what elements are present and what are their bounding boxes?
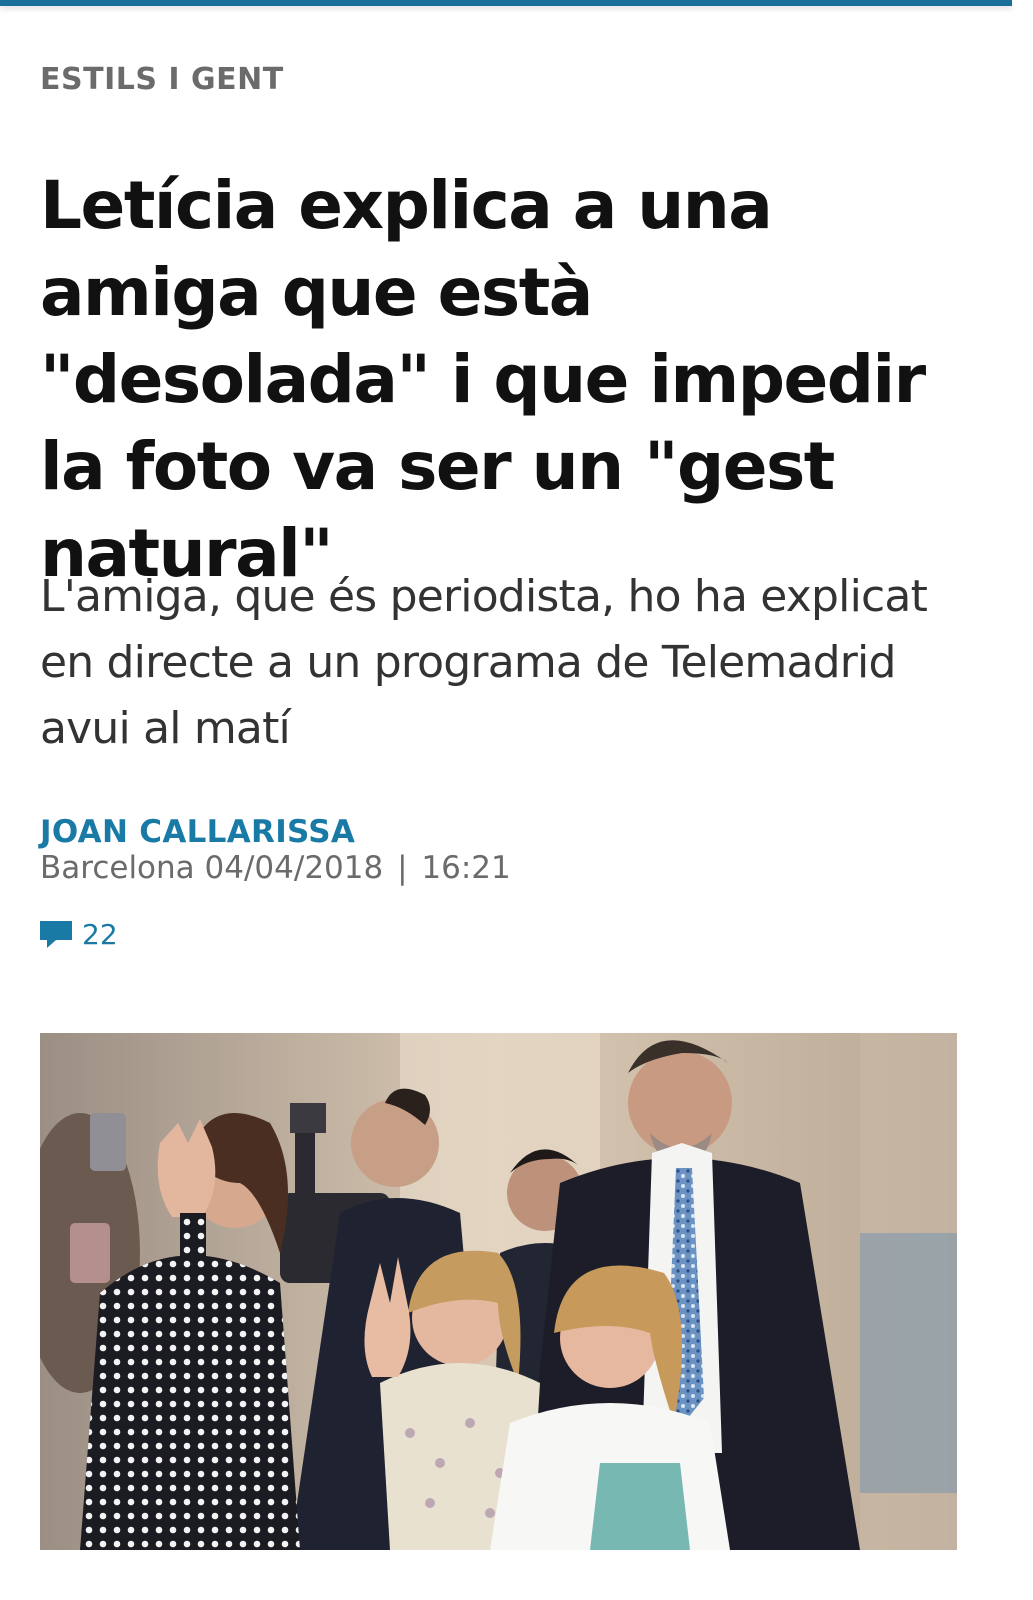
article-date: 04/04/2018 — [204, 850, 384, 886]
article-location: Barcelona — [40, 850, 195, 886]
dateline-separator: | — [397, 850, 408, 886]
article-dateline: Barcelona 04/04/2018 | 16:21 — [40, 850, 511, 886]
article-photo[interactable] — [40, 1033, 957, 1550]
comments-link[interactable]: 22 — [40, 918, 118, 951]
author-name[interactable]: JOAN CALLARISSA — [40, 814, 355, 850]
comment-count: 22 — [82, 918, 118, 951]
article-subtitle: L'amiga, que és periodista, ho ha explic… — [40, 571, 928, 754]
header-divider — [0, 0, 1012, 6]
article-time: 16:21 — [421, 850, 511, 886]
section-label[interactable]: ESTILS I GENT — [40, 62, 284, 97]
article-headline: Letícia explica a una amiga que està "de… — [40, 167, 926, 592]
comment-bubble-icon — [40, 920, 72, 949]
